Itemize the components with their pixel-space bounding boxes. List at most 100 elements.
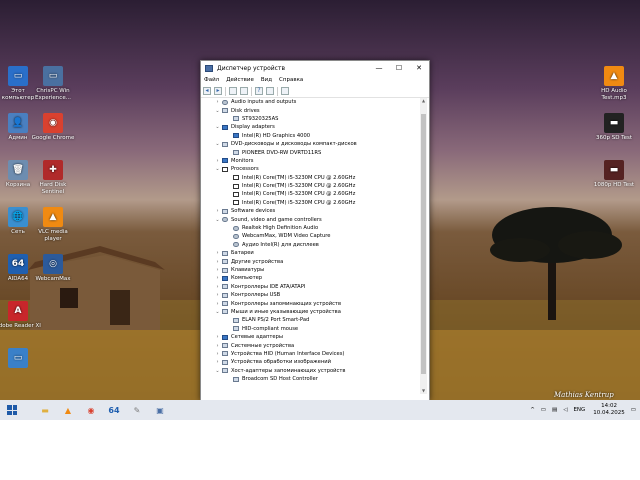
forward-icon[interactable]: ▸ (214, 87, 222, 95)
device-category[interactable]: › Контроллеры USB (201, 291, 420, 299)
taskbar-vlc-button[interactable]: ▲ (58, 400, 78, 420)
device-item[interactable]: Intel(R) Core(TM) i5-3230M CPU @ 2.60GHz (201, 190, 420, 198)
device-item[interactable]: Broadcom SD Host Controller (201, 375, 420, 383)
device-item[interactable]: PIONEER DVD-RW DVRTD11RS (201, 148, 420, 156)
device-category[interactable]: › Сетевые адаптеры (201, 333, 420, 341)
device-category[interactable]: › Audio inputs and outputs (201, 98, 420, 106)
expand-arrow-icon[interactable]: › (215, 99, 220, 105)
desktop-icon[interactable]: ▭ ChrisPC Win Experience... (30, 66, 76, 101)
device-category[interactable]: ⌄ DVD-дисководы и дисководы компакт-диско… (201, 140, 420, 148)
device-tree[interactable]: › Audio inputs and outputs ⌄ Disk drives ST9… (201, 98, 420, 394)
expand-arrow-icon[interactable]: › (215, 284, 220, 290)
desktop-icon[interactable]: ▭ (0, 348, 41, 370)
device-item[interactable]: Realtek High Definition Audio (201, 224, 420, 232)
collapse-arrow-icon[interactable]: ⌄ (215, 309, 220, 315)
device-item[interactable]: ELAN PS/2 Port Smart-Pad (201, 316, 420, 324)
device-item[interactable]: Intel(R) HD Graphics 4000 (201, 132, 420, 140)
device-category[interactable]: › Другие устройства (201, 257, 420, 265)
device-category[interactable]: ⌄ Sound, video and game controllers (201, 215, 420, 223)
volume-icon[interactable]: ◁ (563, 407, 567, 413)
collapse-arrow-icon[interactable]: ⌄ (215, 124, 220, 130)
expand-arrow-icon[interactable]: › (215, 158, 220, 164)
device-category[interactable]: › Системные устройства (201, 341, 420, 349)
properties-icon[interactable] (266, 87, 274, 95)
scan-hardware-icon[interactable] (281, 87, 289, 95)
device-item[interactable]: Intel(R) Core(TM) i5-3230M CPU @ 2.60GHz (201, 199, 420, 207)
title-bar[interactable]: Диспетчер устройств — ☐ ✕ (201, 61, 429, 75)
desktop-icon[interactable]: ◎ WebcamMax (30, 254, 76, 283)
taskbar-device-manager-button[interactable]: ▣ (150, 400, 170, 420)
expand-arrow-icon[interactable]: › (215, 250, 220, 256)
device-category[interactable]: ⌄ Processors (201, 165, 420, 173)
expand-arrow-icon[interactable]: › (215, 351, 220, 357)
desktop-icon[interactable]: ▬ 1080p HD Test (591, 160, 637, 189)
start-button[interactable] (2, 400, 22, 420)
collapse-arrow-icon[interactable]: ⌄ (215, 166, 220, 172)
scroll-down-icon[interactable]: ▼ (420, 388, 427, 394)
collapse-arrow-icon[interactable]: ⌄ (215, 217, 220, 223)
scroll-up-icon[interactable]: ▲ (420, 98, 427, 104)
maximize-button[interactable]: ☐ (389, 64, 409, 72)
expand-arrow-icon[interactable]: › (215, 267, 220, 273)
taskbar-chrome-button[interactable]: ◉ (81, 400, 101, 420)
device-manager-window[interactable]: Диспетчер устройств — ☐ ✕ Файл Действие … (200, 60, 430, 401)
scroll-thumb[interactable] (421, 114, 426, 374)
desktop-icon[interactable]: ▲ VLC media player (30, 207, 76, 242)
device-item[interactable]: WebcamMax, WDM Video Capture (201, 232, 420, 240)
device-item[interactable]: Intel(R) Core(TM) i5-3230M CPU @ 2.60GHz (201, 182, 420, 190)
close-button[interactable]: ✕ (409, 64, 429, 72)
device-category[interactable]: › Monitors (201, 157, 420, 165)
device-category[interactable]: › Батареи (201, 249, 420, 257)
collapse-arrow-icon[interactable]: ⌄ (215, 108, 220, 114)
notification-center-icon[interactable]: ▭ (631, 407, 636, 413)
battery-icon[interactable]: ▭ (541, 407, 546, 413)
device-category[interactable]: › Контроллеры IDE ATA/ATAPI (201, 283, 420, 291)
device-item[interactable]: ST9320325AS (201, 115, 420, 123)
expand-arrow-icon[interactable]: › (215, 259, 220, 265)
desktop-icon[interactable]: ▲ HD Audio Test.mp3 (591, 66, 637, 101)
expand-arrow-icon[interactable]: › (215, 334, 220, 340)
taskbar-file-explorer-button[interactable]: ▬ (35, 400, 55, 420)
expand-arrow-icon[interactable]: › (215, 359, 220, 365)
expand-arrow-icon[interactable]: › (215, 301, 220, 307)
desktop-icon[interactable]: ▬ 360p SD Test (591, 113, 637, 142)
device-category[interactable]: ⌄ Disk drives (201, 106, 420, 114)
device-category[interactable]: › Устройства HID (Human Interface Devices… (201, 350, 420, 358)
back-icon[interactable]: ◂ (203, 87, 211, 95)
show-hide-tree-icon[interactable] (229, 87, 237, 95)
device-category[interactable]: › Компьютер (201, 274, 420, 282)
vertical-scrollbar[interactable]: ▲ ▼ (420, 98, 427, 394)
device-category[interactable]: › Контроллеры запоминающих устройств (201, 299, 420, 307)
taskbar-tool-button[interactable]: ✎ (127, 400, 147, 420)
expand-arrow-icon[interactable]: › (215, 275, 220, 281)
device-category[interactable]: ⌄ Мыши и иные указывающие устройства (201, 308, 420, 316)
help-icon[interactable]: ? (255, 87, 263, 95)
device-category[interactable]: › Software devices (201, 207, 420, 215)
desktop-icon[interactable]: ✚ Hard Disk Sentinel (30, 160, 76, 195)
network-tray-icon[interactable]: ▤ (552, 407, 557, 413)
clock[interactable]: 14:02 10.04.2025 (593, 403, 625, 417)
device-category[interactable]: ⌄ Хост-адаптеры запоминающих устройств (201, 367, 420, 375)
menu-action[interactable]: Действие (226, 77, 254, 83)
menu-help[interactable]: Справка (279, 77, 303, 83)
device-item[interactable]: HID-compliant mouse (201, 325, 420, 333)
device-item[interactable]: Intel(R) Core(TM) i5-3230M CPU @ 2.60GHz (201, 174, 420, 182)
desktop-icon[interactable]: ◉ Google Chrome (30, 113, 76, 142)
menu-file[interactable]: Файл (204, 77, 219, 83)
menu-view[interactable]: Вид (261, 77, 272, 83)
expand-arrow-icon[interactable]: › (215, 292, 220, 298)
language-indicator[interactable]: ENG (573, 407, 585, 413)
device-category[interactable]: › Клавиатуры (201, 266, 420, 274)
device-category[interactable]: › Устройства обработки изображений (201, 358, 420, 366)
expand-arrow-icon[interactable]: › (215, 208, 220, 214)
device-item[interactable]: Аудио Intel(R) для дисплеев (201, 241, 420, 249)
collapse-arrow-icon[interactable]: ⌄ (215, 368, 220, 374)
list-view-icon[interactable] (240, 87, 248, 95)
collapse-arrow-icon[interactable]: ⌄ (215, 141, 220, 147)
taskbar-aida64-button[interactable]: 64 (104, 400, 124, 420)
tray-overflow-icon[interactable]: ^ (530, 407, 535, 413)
expand-arrow-icon[interactable]: › (215, 343, 220, 349)
desktop-icon[interactable]: A Adobe Reader XI (0, 301, 41, 330)
minimize-button[interactable]: — (369, 64, 389, 72)
device-category[interactable]: ⌄ Display adapters (201, 123, 420, 131)
